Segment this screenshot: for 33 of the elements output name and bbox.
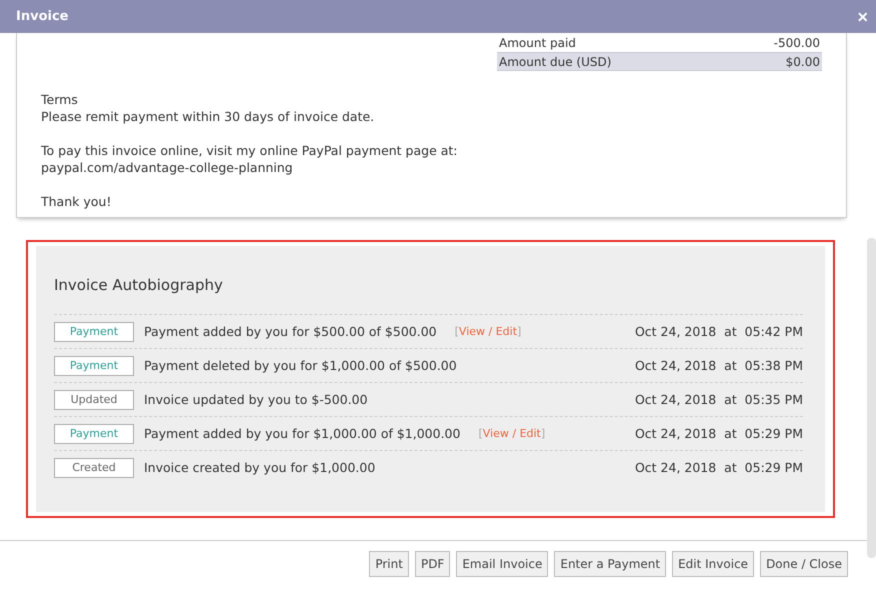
event-timestamp: Oct 24, 2018 at 05:42 PM — [634, 324, 803, 339]
totals-label: Amount paid — [498, 34, 577, 52]
event-tag: Payment — [54, 424, 134, 444]
footer-button[interactable]: Print — [369, 551, 409, 577]
event-tag: Updated — [54, 390, 134, 410]
note-text: To pay this invoice online, visit my online PayPal payment page at: — [41, 142, 459, 159]
footer-button[interactable]: Edit Invoice — [672, 551, 754, 577]
footer-button[interactable]: PDF — [414, 551, 450, 577]
scrollbar[interactable] — [867, 238, 876, 558]
note-text: paypal.com/advantage-college-planning — [41, 159, 294, 176]
note-text: Thank you! — [41, 193, 112, 210]
totals-label: Amount due (USD) — [497, 52, 784, 71]
note-text: Terms — [41, 91, 79, 108]
history-title: Invoice Autobiography — [54, 276, 224, 294]
event-tag: Payment — [54, 356, 134, 376]
totals-value: -500.00 — [772, 34, 821, 52]
event-tag: Created — [54, 458, 134, 478]
note-text: Please remit payment within 30 days of invoice date. — [41, 108, 376, 125]
footer-button[interactable]: Email Invoice — [456, 551, 548, 577]
event-text: Payment added by you for $500.00 of $500.00 — [144, 324, 437, 339]
footer-button[interactable]: Enter a Payment — [554, 551, 666, 577]
window-title: Invoice — [16, 9, 68, 24]
event-text: Payment added by you for $1,000.00 of $1,000.00 — [144, 426, 460, 441]
footer-button[interactable]: Done / Close — [760, 551, 848, 577]
event-text: Invoice updated by you to $-500.00 — [144, 392, 368, 407]
event-timestamp: Oct 24, 2018 at 05:35 PM — [634, 392, 803, 407]
event-text: Payment deleted by you for $1,000.00 of $500.00 — [144, 358, 457, 373]
event-tag: Payment — [54, 322, 134, 342]
event-timestamp: Oct 24, 2018 at 05:29 PM — [634, 426, 803, 441]
event-text: Invoice created by you for $1,000.00 — [144, 460, 376, 475]
event-timestamp: Oct 24, 2018 at 05:29 PM — [634, 460, 803, 475]
totals-value: $0.00 — [784, 52, 822, 71]
event-timestamp: Oct 24, 2018 at 05:38 PM — [634, 358, 803, 373]
